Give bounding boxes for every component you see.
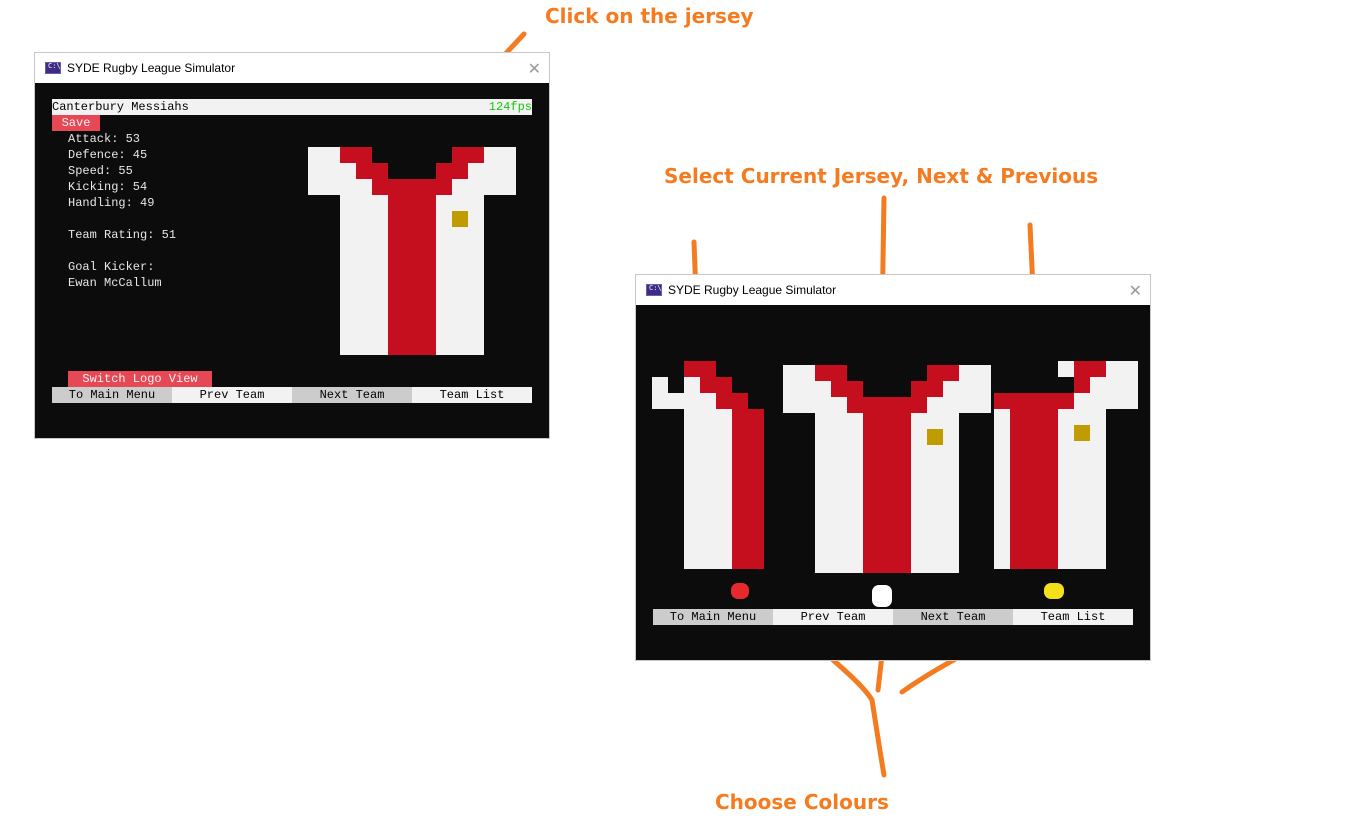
close-icon[interactable]: ✕ [528,59,541,78]
nav-bar: To Main Menu Prev Team Next Team Team Li… [52,387,532,403]
colour-line-stem [869,697,887,778]
switch-logo-view-button[interactable]: Switch Logo View [68,371,212,387]
colour-swatch-red[interactable] [731,583,749,599]
jersey-editor-window: SYDE Rugby League Simulator ✕ [636,275,1150,660]
nav-bar: To Main Menu Prev Team Next Team Team Li… [653,609,1133,625]
next-team-button[interactable]: Next Team [292,387,412,403]
speed-stat: Speed: 55 [68,164,133,178]
annotation-select-jersey: Select Current Jersey, Next & Previous [664,164,1099,188]
window-title: SYDE Rugby League Simulator [67,61,236,75]
colour-swatch-white[interactable] [872,585,892,607]
team-name: Canterbury Messiahs [52,100,189,114]
main-menu-button[interactable]: To Main Menu [653,609,773,625]
attack-stat: Attack: 53 [68,132,141,146]
goal-kicker-label: Goal Kicker: [68,260,155,274]
goal-kicker-name: Ewan McCallum [68,276,162,290]
save-button[interactable]: Save [52,115,100,131]
prev-team-button[interactable]: Prev Team [773,609,893,625]
main-menu-button[interactable]: To Main Menu [52,387,172,403]
kicking-stat: Kicking: 54 [68,180,148,194]
annotation-click-jersey: Click on the jersey [545,4,754,28]
team-name-bar: Canterbury Messiahs 124fps [52,99,532,115]
window-titlebar: SYDE Rugby League Simulator ✕ [636,275,1150,305]
console-app-icon [45,62,61,74]
close-icon[interactable]: ✕ [1129,281,1142,300]
previous-jersey[interactable] [652,361,780,569]
annotation-choose-colours: Choose Colours [715,790,889,814]
next-jersey[interactable] [994,361,1138,569]
team-list-button[interactable]: Team List [1013,609,1133,625]
current-jersey[interactable] [783,365,991,573]
console-app-icon [646,284,662,296]
team-jersey[interactable] [308,147,516,355]
fps-counter: 124fps [488,100,532,114]
prev-team-button[interactable]: Prev Team [172,387,292,403]
window-title: SYDE Rugby League Simulator [668,283,837,297]
colour-swatch-yellow[interactable] [1044,583,1064,599]
team-view-window: SYDE Rugby League Simulator ✕ Canterbury… [35,53,549,438]
handling-stat: Handling: 49 [68,196,155,210]
defence-stat: Defence: 45 [68,148,148,162]
next-team-button[interactable]: Next Team [893,609,1013,625]
team-rating: Team Rating: 51 [68,228,177,242]
window-titlebar: SYDE Rugby League Simulator ✕ [35,53,549,83]
team-list-button[interactable]: Team List [412,387,532,403]
